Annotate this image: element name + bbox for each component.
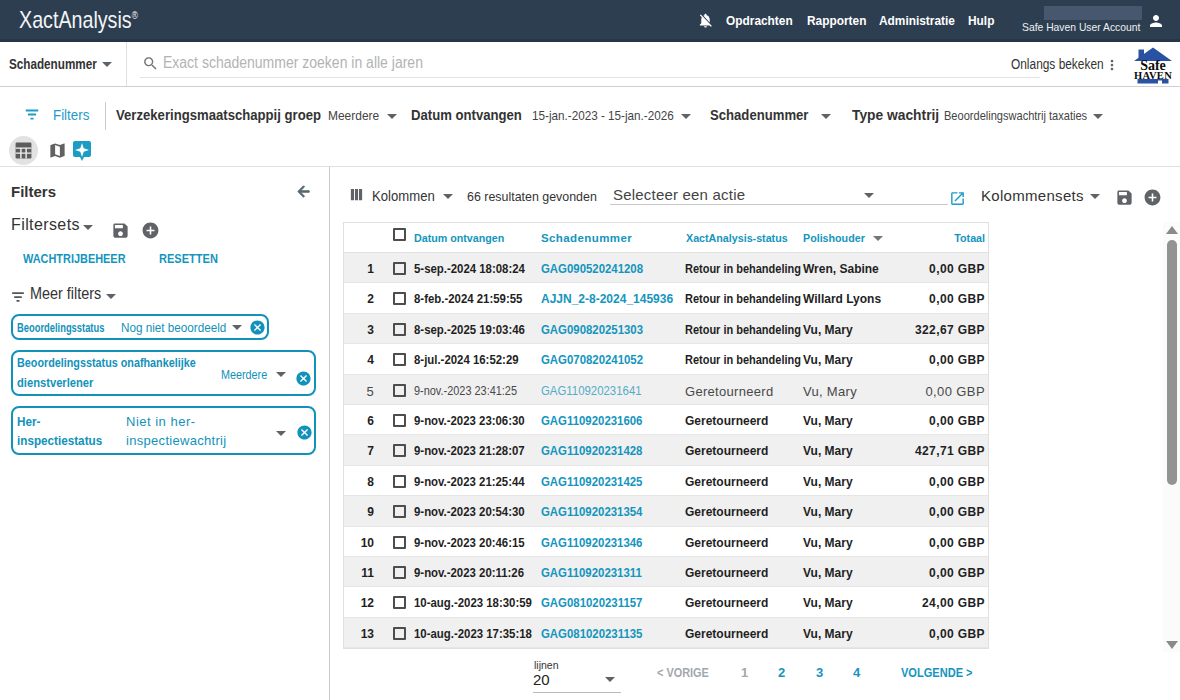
svg-text:HAVEN: HAVEN (1134, 70, 1172, 81)
